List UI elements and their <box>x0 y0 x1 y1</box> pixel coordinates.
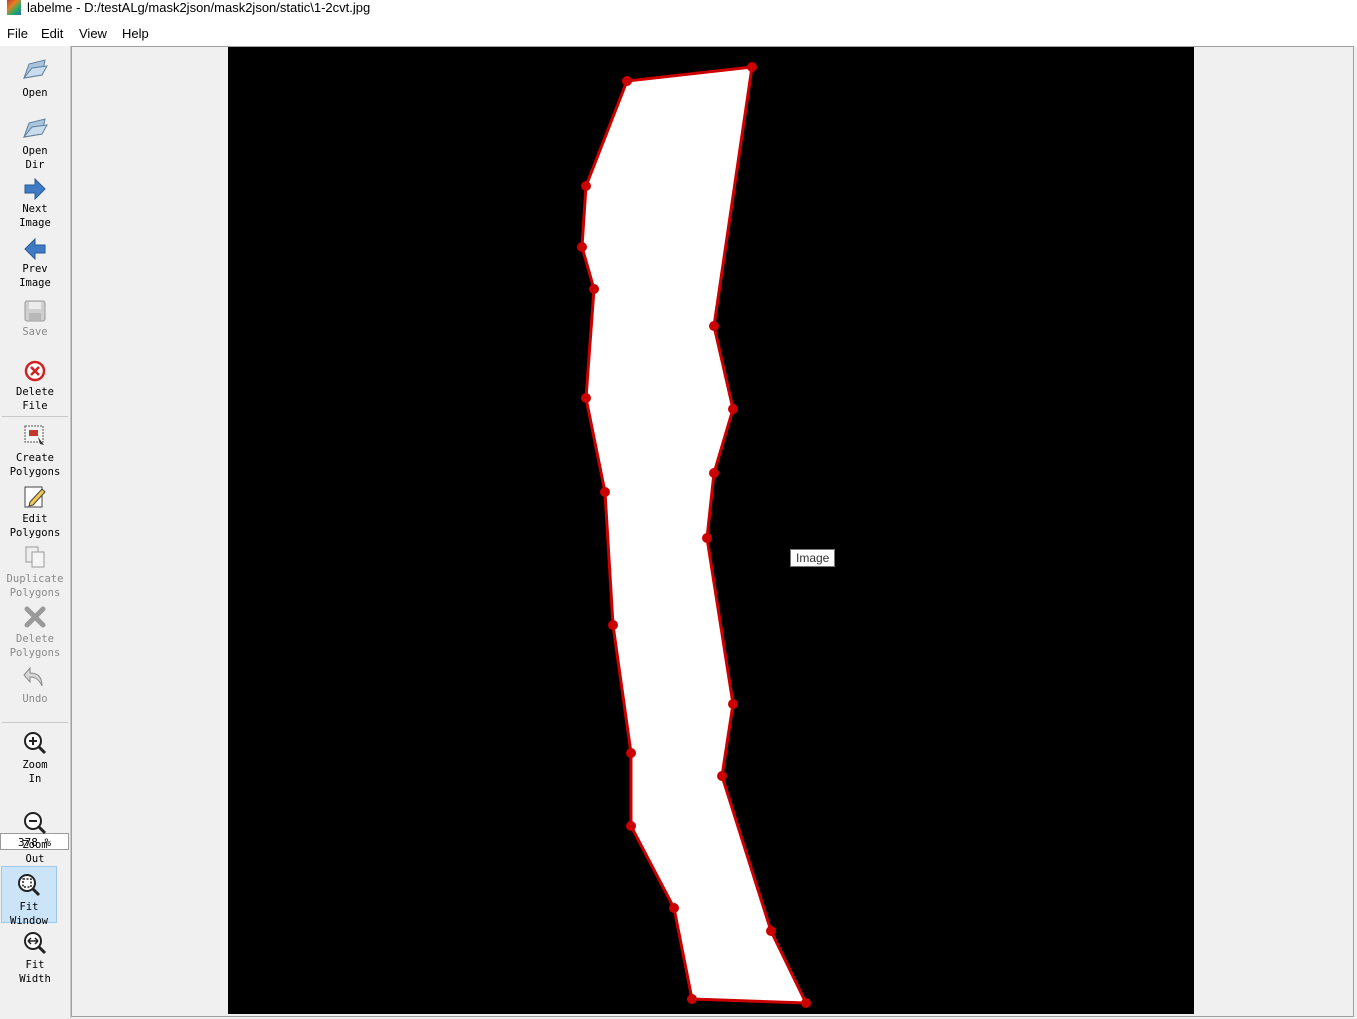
zoom-out-button[interactable]: Zoom Out <box>0 810 70 866</box>
prev-image-label: Prev Image <box>19 263 51 289</box>
save-button[interactable]: Save <box>0 299 70 339</box>
polygon-vertex[interactable] <box>702 533 712 543</box>
delete-file-label: Delete File <box>16 386 54 412</box>
edit-polygons-label: Edit Polygons <box>9 513 61 539</box>
undo-button[interactable]: Undo <box>0 664 70 706</box>
polygon-outline[interactable] <box>580 65 808 1005</box>
open-label: Open <box>22 87 48 99</box>
delete-polygons-label: Delete Polygons <box>9 633 61 659</box>
polygon-vertex[interactable] <box>626 748 636 758</box>
polygon-shape[interactable] <box>577 62 811 1008</box>
edit-polygons-button[interactable]: Edit Polygons <box>0 484 70 540</box>
fit-width-button[interactable]: Fit Width <box>0 930 70 986</box>
zoom-out-icon <box>24 812 47 835</box>
open-button[interactable]: Open <box>0 56 70 100</box>
edit-pencil-icon <box>24 486 46 508</box>
polygon-vertex[interactable] <box>626 821 636 831</box>
fit-width-label: Fit Width <box>19 959 51 985</box>
polygon-vertex[interactable] <box>766 926 776 936</box>
prev-image-button[interactable]: Prev Image <box>0 238 70 290</box>
polygon-vertex[interactable] <box>669 903 679 913</box>
polygon-vertex[interactable] <box>747 62 757 72</box>
duplicate-polygons-button[interactable]: Duplicate Polygons <box>0 544 70 600</box>
arrow-left-icon <box>24 238 46 260</box>
delete-cross-icon <box>24 606 46 628</box>
delete-circle-icon <box>24 360 46 382</box>
open-dir-button[interactable]: Open Dir <box>0 116 70 172</box>
polygon-vertex[interactable] <box>717 771 727 781</box>
polygon-vertex[interactable] <box>622 76 632 86</box>
toolbar-separator <box>2 722 68 723</box>
zoom-out-label: Zoom Out <box>22 839 48 865</box>
delete-polygons-button[interactable]: Delete Polygons <box>0 604 70 660</box>
polygon-vertex[interactable] <box>801 998 811 1008</box>
polygon-vertex[interactable] <box>577 242 587 252</box>
save-icon <box>24 300 46 322</box>
arrow-right-icon <box>24 178 46 200</box>
polygon-vertex[interactable] <box>687 994 697 1004</box>
labelme-app-icon <box>7 0 21 15</box>
undo-label: Undo <box>22 693 48 705</box>
fit-window-icon <box>18 874 41 897</box>
window-title: labelme - D:/testALg/mask2json/mask2json… <box>27 0 371 15</box>
toolbar-separator <box>2 416 68 417</box>
menu-file[interactable]: File <box>7 26 28 41</box>
annotated-image[interactable] <box>228 47 1194 1014</box>
polygon-vertex[interactable] <box>728 699 738 709</box>
folder-open-icon <box>22 59 48 79</box>
tools-toolbar: Open Open Dir Next Image Prev Image Save <box>0 46 71 1019</box>
save-label: Save <box>22 326 48 338</box>
polygon-vertex[interactable] <box>581 393 591 403</box>
image-tooltip: Image <box>790 549 836 567</box>
polygon-vertex[interactable] <box>709 321 719 331</box>
open-dir-label: Open Dir <box>22 145 48 171</box>
next-image-button[interactable]: Next Image <box>0 178 70 230</box>
undo-icon <box>23 666 43 687</box>
zoom-in-icon <box>24 732 47 755</box>
menu-edit[interactable]: Edit <box>41 26 63 41</box>
polygon-vertex[interactable] <box>709 468 719 478</box>
duplicate-icon <box>25 546 45 568</box>
folder-open-icon <box>22 118 48 138</box>
delete-file-button[interactable]: Delete File <box>0 359 70 413</box>
polygon-vertex[interactable] <box>608 620 618 630</box>
menu-bar: File Edit View Help <box>0 22 1357 46</box>
polygon-vertex[interactable] <box>600 487 610 497</box>
fit-window-label: Fit Window <box>10 901 48 927</box>
polygon-vertex[interactable] <box>728 404 738 414</box>
create-polygons-button[interactable]: Create Polygons <box>0 423 70 479</box>
zoom-in-button[interactable]: Zoom In <box>0 730 70 786</box>
fit-window-button[interactable]: Fit Window <box>1 866 57 927</box>
create-polygons-label: Create Polygons <box>9 452 61 478</box>
polygon-overlay[interactable] <box>228 47 1194 1014</box>
polygon-vertex[interactable] <box>581 181 591 191</box>
menu-view[interactable]: View <box>79 26 107 41</box>
zoom-in-label: Zoom In <box>22 759 48 785</box>
duplicate-polygons-label: Duplicate Polygons <box>6 573 64 599</box>
create-polygon-icon <box>24 425 44 445</box>
next-image-label: Next Image <box>19 203 51 229</box>
fit-width-icon <box>24 932 47 955</box>
title-bar: labelme - D:/testALg/mask2json/mask2json… <box>0 0 1357 22</box>
polygon-vertex[interactable] <box>589 284 599 294</box>
menu-help[interactable]: Help <box>122 26 149 41</box>
